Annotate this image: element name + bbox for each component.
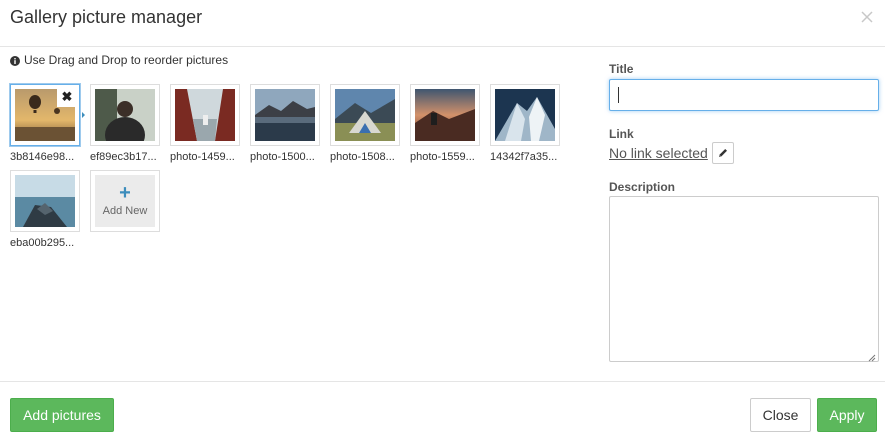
picture-caption: eba00b295... (10, 237, 75, 249)
drop-marker-icon (82, 112, 85, 118)
resize-grip-icon[interactable] (866, 349, 876, 362)
plus-icon: + (119, 182, 131, 204)
add-pictures-button[interactable]: Add pictures (10, 398, 114, 432)
link-selector[interactable]: No link selected (609, 145, 708, 161)
close-icon[interactable] (858, 8, 876, 26)
picture-image (255, 89, 315, 141)
pencil-icon (719, 149, 727, 157)
dialog-header: Gallery picture manager (0, 0, 885, 47)
picture-image (95, 89, 155, 141)
picture-image (175, 89, 235, 141)
picture-thumb[interactable] (90, 84, 160, 146)
text-cursor (618, 87, 619, 103)
info-icon (10, 55, 20, 66)
picture-image (15, 175, 75, 227)
dialog-footer: Add pictures Close Apply (0, 381, 885, 435)
dialog-title: Gallery picture manager (10, 7, 203, 27)
picture-thumb[interactable] (250, 84, 320, 146)
reorder-hint-text: Use Drag and Drop to reorder pictures (24, 53, 229, 67)
picture-thumb[interactable] (490, 84, 560, 146)
picture-thumb[interactable] (410, 84, 480, 146)
gallery-dialog: Gallery picture manager Use Drag and Dro… (0, 0, 885, 435)
add-new-label: Add New (102, 205, 148, 217)
picture-thumb[interactable] (330, 84, 400, 146)
picture-image (415, 89, 475, 141)
title-input[interactable] (609, 79, 879, 111)
add-new-picture-button[interactable]: + Add New (90, 170, 160, 232)
picture-caption: 14342f7a35... (490, 151, 558, 163)
picture-image (495, 89, 555, 141)
description-label: Description (609, 180, 676, 194)
add-new-tile: + Add New (95, 175, 155, 227)
picture-thumb[interactable] (10, 170, 80, 232)
picture-caption: 3b8146e98... (10, 151, 75, 163)
picture-caption: photo-1508... (330, 151, 395, 163)
reorder-hint: Use Drag and Drop to reorder pictures (10, 53, 228, 67)
link-label: Link (609, 127, 634, 141)
picture-caption: photo-1500... (250, 151, 315, 163)
edit-link-button[interactable] (712, 142, 734, 164)
picture-caption: photo-1459... (170, 151, 235, 163)
title-label: Title (609, 62, 634, 76)
picture-thumb[interactable] (170, 84, 240, 146)
apply-button[interactable]: Apply (817, 398, 877, 432)
close-button[interactable]: Close (750, 398, 811, 432)
description-textarea[interactable] (609, 196, 879, 362)
remove-picture-button[interactable]: ✖ (57, 87, 77, 107)
picture-image (335, 89, 395, 141)
picture-caption: photo-1559... (410, 151, 475, 163)
picture-thumb[interactable]: ✖ (10, 84, 80, 146)
picture-caption: ef89ec3b17... (90, 151, 157, 163)
